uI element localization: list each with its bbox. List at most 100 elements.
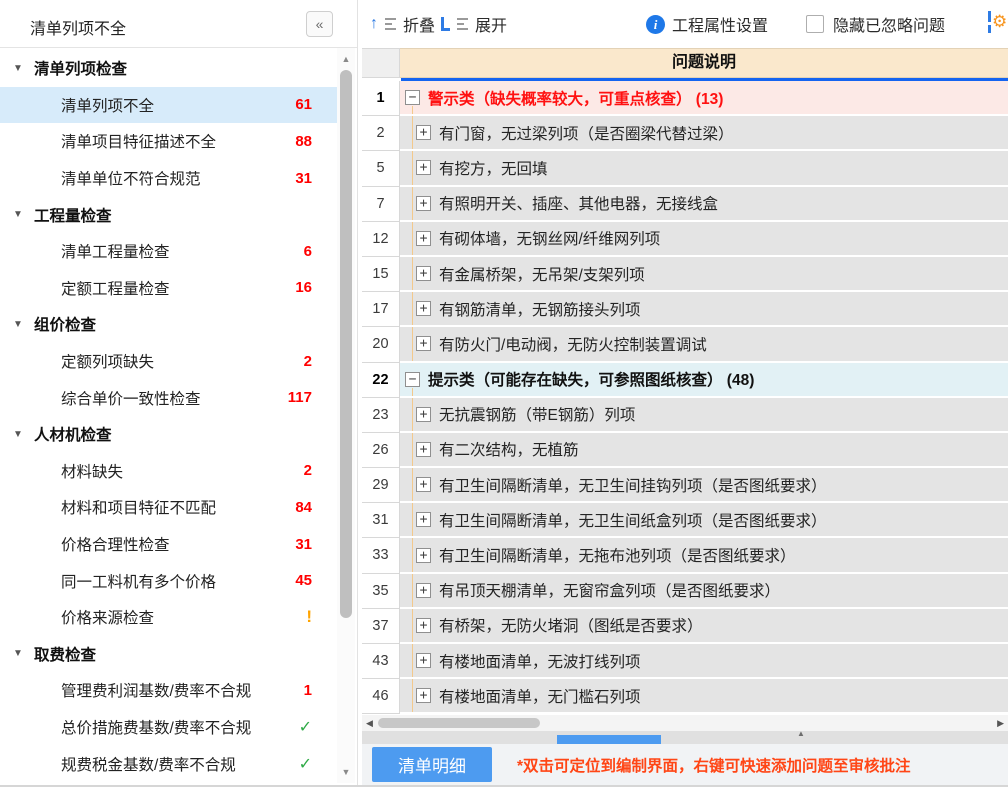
tree-item[interactable]: 总价措施费基数/费率不合规 ✓	[0, 709, 338, 746]
collapse-box-icon[interactable]: −	[405, 90, 420, 106]
tree-group[interactable]: ▼ 工程量检查	[0, 196, 338, 233]
expand-box-icon[interactable]: +	[416, 441, 431, 457]
expand-box-icon[interactable]: +	[416, 266, 431, 282]
tree-group[interactable]: ▼ 取费检查	[0, 636, 338, 673]
tree-label: 同一工料机有多个价格	[61, 573, 217, 591]
scroll-right-icon[interactable]: ▶	[997, 718, 1004, 729]
issue-row[interactable]: 15 + 有金属桥架，无吊架/支架列项	[362, 256, 1008, 293]
issue-cell[interactable]: + 有照明开关、插座、其他电器，无接线盒	[400, 186, 1008, 222]
issue-row[interactable]: 12 + 有砌体墙，无钢丝网/纤维网列项	[362, 221, 1008, 257]
tree-group[interactable]: ▼ 人材机检查	[0, 416, 338, 453]
tree-item[interactable]: 定额工程量检查 16	[0, 270, 338, 307]
issue-cell[interactable]: + 有卫生间隔断清单，无卫生间纸盒列项（是否图纸要求）	[400, 503, 1008, 539]
tree-item[interactable]: 清单项目特征描述不全 88	[0, 123, 338, 160]
project-property-button[interactable]: i 工程属性设置	[646, 12, 768, 36]
tab-list-detail[interactable]: 清单明细	[372, 747, 492, 782]
issue-column-header[interactable]: 问题说明	[400, 48, 1008, 78]
tree-item[interactable]: 材料缺失 2	[0, 453, 338, 490]
issue-row[interactable]: 26 + 有二次结构，无植筋	[362, 432, 1008, 469]
issue-row[interactable]: 35 + 有吊顶天棚清单，无窗帘盒列项（是否图纸要求）	[362, 573, 1008, 609]
issue-row[interactable]: 46 + 有楼地面清单，无门槛石列项	[362, 679, 1008, 715]
tree-group[interactable]: ▼ 清单列项检查	[0, 50, 338, 87]
issue-row[interactable]: 1− 警示类（缺失概率较大，可重点核查） (13)	[362, 81, 1008, 117]
issue-row[interactable]: 23 + 无抗震钢筋（带E钢筋）列项	[362, 397, 1008, 433]
tree-item[interactable]: 规费税金基数/费率不合规 ✓	[0, 745, 338, 782]
issue-cell[interactable]: + 有卫生间隔断清单，无卫生间挂钩列项（是否图纸要求）	[400, 468, 1008, 504]
collapse-all-button[interactable]: ↑ 折叠	[370, 12, 435, 36]
sidebar-scrollbar[interactable]: ▲ ▼	[337, 48, 355, 783]
issue-cell[interactable]: + 有挖方，无回填	[400, 151, 1008, 187]
issue-cell[interactable]: + 有桥架，无防火堵洞（图纸是否要求）	[400, 608, 1008, 644]
expand-box-icon[interactable]: +	[416, 160, 431, 176]
hide-ignored-checkbox[interactable]: 隐藏已忽略问题	[806, 12, 945, 36]
issue-cell[interactable]: + 有金属桥架，无吊架/支架列项	[400, 256, 1008, 293]
issue-cell[interactable]: + 有防火门/电动阀，无防火控制装置调试	[400, 327, 1008, 363]
expand-box-icon[interactable]: +	[416, 688, 431, 704]
tree-item[interactable]: 综合单价一致性检查 117	[0, 379, 338, 416]
horizontal-scrollbar-thumb[interactable]	[378, 718, 540, 728]
issue-cell[interactable]: + 有吊顶天棚清单，无窗帘盒列项（是否图纸要求）	[400, 573, 1008, 609]
issue-row[interactable]: 37 + 有桥架，无防火堵洞（图纸是否要求）	[362, 608, 1008, 644]
issue-cell[interactable]: + 有门窗，无过梁列项（是否圈梁代替过梁）	[400, 116, 1008, 152]
splitter-handle[interactable]: ▲	[557, 729, 805, 744]
expand-box-icon[interactable]: +	[416, 406, 431, 422]
expand-box-icon[interactable]: +	[416, 230, 431, 246]
expand-box-icon[interactable]: +	[416, 547, 431, 563]
sidebar-collapse-button[interactable]: «	[306, 11, 333, 37]
tree-item[interactable]: 清单单位不符合规范 31	[0, 160, 338, 197]
expand-box-icon[interactable]: +	[416, 512, 431, 528]
issue-cell[interactable]: + 有砌体墙，无钢丝网/纤维网列项	[400, 221, 1008, 257]
tree-item[interactable]: 价格合理性检查 31	[0, 526, 338, 563]
issue-row[interactable]: 22− 提示类（可能存在缺失，可参照图纸核查） (48)	[362, 362, 1008, 398]
issue-row[interactable]: 5 + 有挖方，无回填	[362, 151, 1008, 187]
expand-box-icon[interactable]: +	[416, 195, 431, 211]
horizontal-scrollbar[interactable]: ◀ ▶	[362, 715, 1008, 731]
scroll-left-icon[interactable]: ◀	[366, 718, 373, 729]
tree-item[interactable]: 同一工料机有多个价格 45	[0, 562, 338, 599]
issue-cell[interactable]: + 无抗震钢筋（带E钢筋）列项	[400, 397, 1008, 433]
tree-group[interactable]: ▼ 组价检查	[0, 306, 338, 343]
scroll-up-icon[interactable]: ▲	[337, 54, 355, 64]
panel-splitter[interactable]: ▲	[362, 729, 1008, 744]
tree-label: 清单单位不符合规范	[61, 171, 201, 189]
tree-item[interactable]: 材料和项目特征不匹配 84	[0, 489, 338, 526]
tree-item[interactable]: 价格来源检查!	[0, 599, 338, 636]
scroll-down-icon[interactable]: ▼	[337, 767, 355, 777]
issue-cell[interactable]: + 有卫生间隔断清单，无拖布池列项（是否图纸要求）	[400, 538, 1008, 574]
issue-row[interactable]: 29 + 有卫生间隔断清单，无卫生间挂钩列项（是否图纸要求）	[362, 468, 1008, 504]
collapse-box-icon[interactable]: −	[405, 371, 420, 387]
issue-row[interactable]: 7 + 有照明开关、插座、其他电器，无接线盒	[362, 186, 1008, 222]
tree-item[interactable]: 清单工程量检查 6	[0, 233, 338, 270]
tree-item[interactable]: 管理费利润基数/费率不合规 1	[0, 672, 338, 709]
issue-row[interactable]: 31 + 有卫生间隔断清单，无卫生间纸盒列项（是否图纸要求）	[362, 503, 1008, 539]
issue-row[interactable]: 33 + 有卫生间隔断清单，无拖布池列项（是否图纸要求）	[362, 538, 1008, 574]
issue-cell[interactable]: − 警示类（缺失概率较大，可重点核查） (13)	[400, 81, 1008, 117]
panel-settings-icon[interactable]: ⚙	[988, 10, 1008, 36]
issue-panel: ↑ 折叠 展开 i 工程属性设置 隐藏已忽略问题 ⚙ 问题说明 1 − 警示类（…	[362, 0, 1008, 787]
row-number: 29	[362, 468, 400, 504]
issue-cell[interactable]: + 有楼地面清单，无门槛石列项	[400, 679, 1008, 715]
issue-text: 有防火门/电动阀，无防火控制装置调试	[439, 336, 707, 354]
expand-box-icon[interactable]: +	[416, 477, 431, 493]
sidebar-scrollbar-thumb[interactable]	[340, 70, 352, 618]
expand-all-button[interactable]: 展开	[441, 12, 507, 36]
tree-item[interactable]: 定额列项缺失 2	[0, 343, 338, 380]
issue-row[interactable]: 2 + 有门窗，无过梁列项（是否圈梁代替过梁）	[362, 116, 1008, 152]
expand-box-icon[interactable]: +	[416, 301, 431, 317]
expand-box-icon[interactable]: +	[416, 125, 431, 141]
checkbox-icon[interactable]	[806, 15, 824, 33]
issue-row[interactable]: 17 + 有钢筋清单，无钢筋接头列项	[362, 292, 1008, 328]
issue-cell[interactable]: + 有钢筋清单，无钢筋接头列项	[400, 292, 1008, 328]
issue-cell[interactable]: − 提示类（可能存在缺失，可参照图纸核查） (48)	[400, 362, 1008, 398]
issue-cell[interactable]: + 有二次结构，无植筋	[400, 432, 1008, 469]
expand-box-icon[interactable]: +	[416, 336, 431, 352]
tree-item[interactable]: 清单列项不全 61	[0, 86, 338, 124]
issue-row[interactable]: 20 + 有防火门/电动阀，无防火控制装置调试	[362, 327, 1008, 363]
issue-row[interactable]: 43 + 有楼地面清单，无波打线列项	[362, 644, 1008, 680]
issue-text: 有照明开关、插座、其他电器，无接线盒	[439, 196, 719, 214]
expand-box-icon[interactable]: +	[416, 617, 431, 633]
tree-label: 人材机检查	[34, 427, 112, 445]
issue-cell[interactable]: + 有楼地面清单，无波打线列项	[400, 644, 1008, 680]
expand-box-icon[interactable]: +	[416, 582, 431, 598]
expand-box-icon[interactable]: +	[416, 653, 431, 669]
